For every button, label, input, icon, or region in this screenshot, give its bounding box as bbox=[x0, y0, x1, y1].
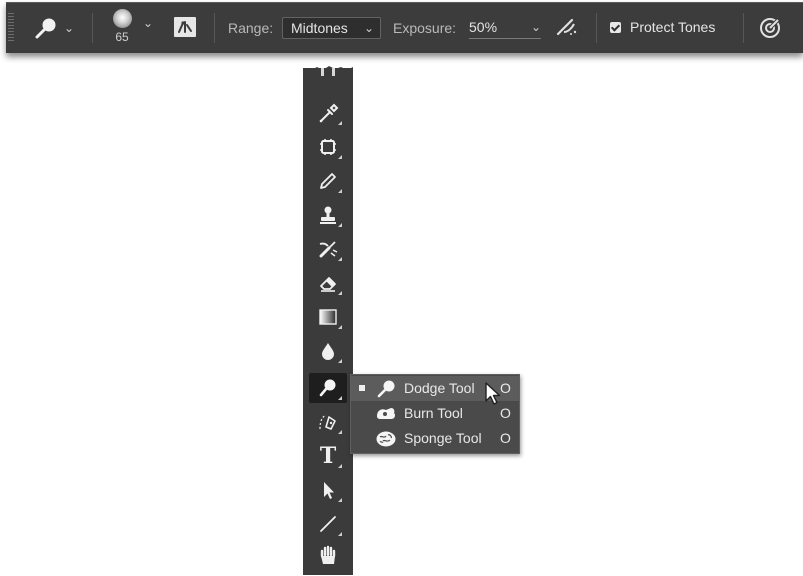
chevron-down-icon[interactable]: ⌄ bbox=[143, 16, 153, 30]
protect-tones-checkbox[interactable]: Protect Tones bbox=[610, 19, 715, 35]
brush-settings-panel-icon[interactable] bbox=[174, 17, 196, 37]
flyout-item-label: Dodge Tool bbox=[404, 380, 475, 396]
sponge-icon bbox=[376, 431, 396, 447]
airbrush-icon[interactable] bbox=[554, 16, 580, 38]
chevron-down-icon: ⌄ bbox=[64, 21, 75, 35]
toolbar-top-edge bbox=[303, 66, 353, 78]
dodge-tool-icon bbox=[35, 18, 56, 39]
stamp-tool[interactable] bbox=[309, 200, 347, 230]
gradient-tool[interactable] bbox=[309, 302, 347, 332]
tools-panel: T bbox=[303, 66, 353, 575]
dodge-icon bbox=[319, 379, 336, 397]
chevron-down-icon: ⌄ bbox=[363, 21, 374, 35]
eraser-tool[interactable] bbox=[309, 268, 347, 298]
dodge-icon bbox=[377, 380, 395, 398]
clone-stamp-icon bbox=[320, 206, 336, 224]
gradient-icon bbox=[319, 309, 337, 325]
burn-icon bbox=[377, 408, 395, 419]
arrow-cursor-icon bbox=[324, 482, 334, 499]
frame-icon bbox=[320, 139, 336, 155]
flyout-item-shortcut: O bbox=[500, 430, 511, 446]
options-bar: ⌄ 65 ⌄ Range: Midtones ⌄ Exposure: 50% ⌄… bbox=[6, 2, 803, 53]
brush-preset-icon bbox=[112, 9, 132, 28]
mouse-cursor-icon bbox=[485, 382, 501, 405]
pencil-tool[interactable] bbox=[309, 166, 347, 196]
eyedropper-tool[interactable] bbox=[309, 98, 347, 128]
range-value: Midtones bbox=[291, 20, 348, 36]
flyout-item-shortcut: O bbox=[500, 405, 511, 421]
eraser-icon bbox=[320, 277, 336, 292]
blur-tool[interactable] bbox=[309, 336, 347, 366]
frame-tool[interactable] bbox=[309, 132, 347, 162]
flyout-item-label: Sponge Tool bbox=[404, 430, 482, 446]
dodge-tool[interactable] bbox=[309, 373, 347, 403]
hand-icon bbox=[320, 545, 336, 564]
exposure-value: 50% bbox=[469, 18, 498, 35]
range-label: Range: bbox=[228, 20, 274, 36]
pen-tool[interactable] bbox=[309, 407, 347, 437]
flyout-item-sponge-tool[interactable]: Sponge Tool O bbox=[351, 426, 519, 451]
options-bar-grip[interactable] bbox=[8, 13, 14, 43]
toolbar-bottom-edge bbox=[303, 564, 353, 571]
selected-bullet-icon bbox=[359, 385, 365, 391]
pressure-size-icon[interactable] bbox=[758, 16, 782, 40]
history-brush-icon bbox=[319, 241, 338, 258]
curvature-pen-icon bbox=[319, 414, 336, 430]
brush-preset-picker[interactable]: 65 bbox=[110, 9, 134, 44]
history-brush-tool[interactable] bbox=[309, 234, 347, 264]
line-icon bbox=[320, 516, 336, 532]
exposure-label: Exposure: bbox=[393, 20, 457, 36]
exposure-input[interactable]: 50% ⌄ bbox=[469, 15, 541, 39]
chevron-down-icon: ⌄ bbox=[530, 20, 541, 34]
type-icon: T bbox=[319, 443, 337, 469]
tool-preset-picker[interactable]: ⌄ bbox=[34, 17, 74, 39]
eyedropper-icon bbox=[319, 103, 339, 123]
flyout-item-label: Burn Tool bbox=[404, 405, 463, 421]
pencil-icon bbox=[320, 173, 336, 189]
range-select[interactable]: Midtones ⌄ bbox=[282, 17, 381, 39]
path-selection-tool[interactable] bbox=[309, 475, 347, 505]
checkbox-checked-icon bbox=[610, 21, 621, 33]
type-tool[interactable]: T bbox=[309, 441, 347, 471]
protect-tones-label: Protect Tones bbox=[630, 19, 716, 35]
brush-size-label: 65 bbox=[115, 30, 129, 44]
line-tool[interactable] bbox=[309, 509, 347, 539]
water-drop-icon bbox=[322, 343, 334, 360]
